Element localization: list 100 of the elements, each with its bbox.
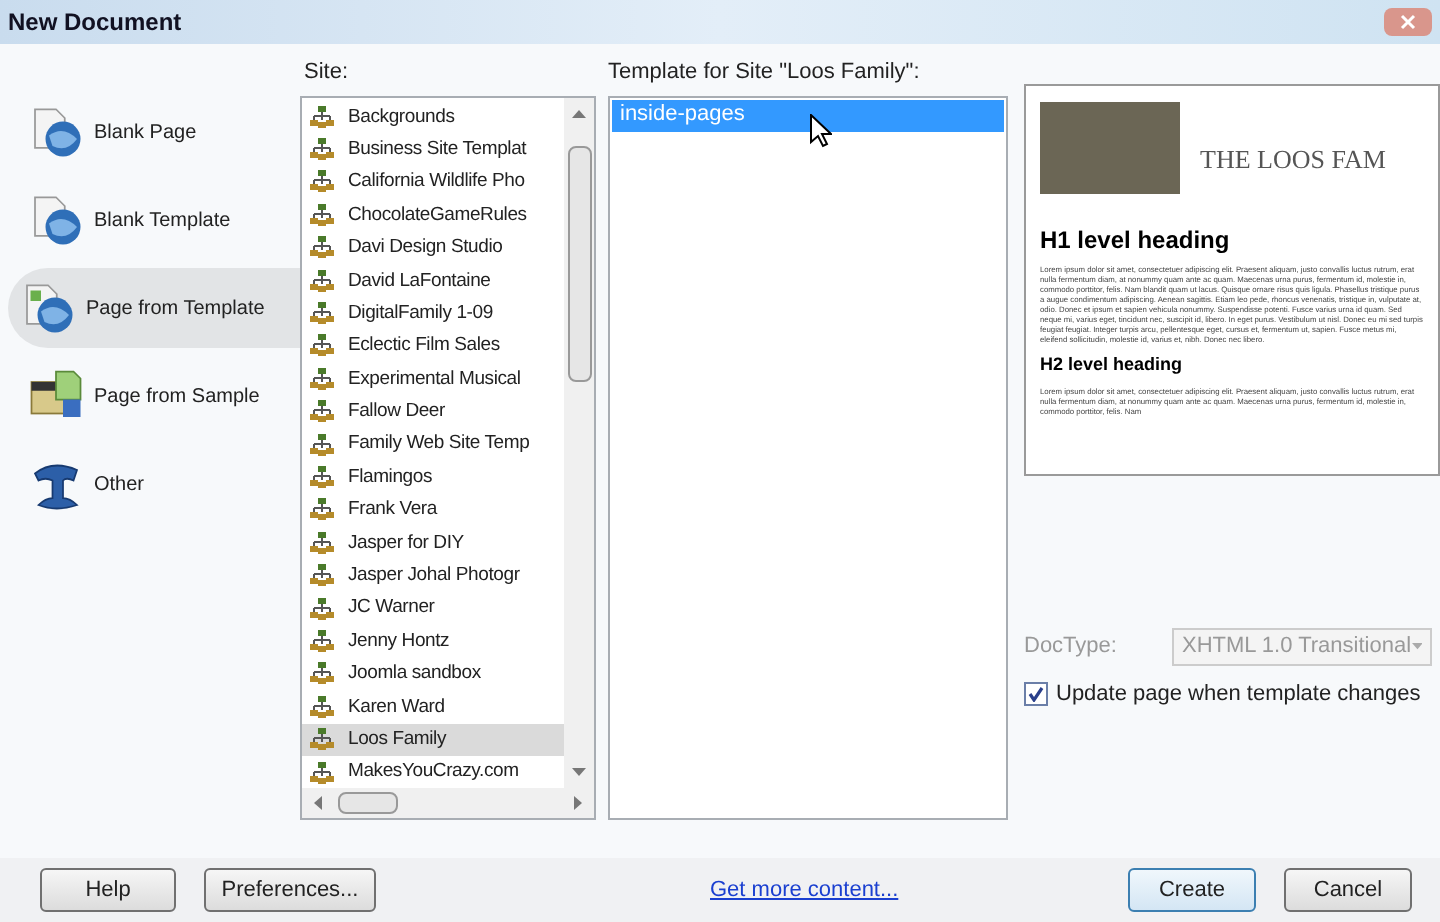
- site-name: Family Web Site Temp: [348, 430, 530, 459]
- site-item[interactable]: Experimental Musical: [302, 363, 564, 397]
- cancel-button[interactable]: Cancel: [1284, 868, 1412, 912]
- site-icon: [310, 662, 334, 687]
- site-name: JC Warner: [348, 594, 435, 623]
- heading: H1 level heading: [1040, 224, 1232, 258]
- site-icon: [310, 236, 334, 261]
- site-item[interactable]: ChocolateGameRules: [302, 199, 564, 233]
- check-icon: [1028, 685, 1044, 702]
- site-label: Site:: [302, 58, 351, 88]
- heading: H2 level heading: [1040, 352, 1185, 378]
- template-label: Template for Site "Loos Family":: [608, 58, 922, 88]
- category-item[interactable]: Page from Template: [8, 268, 300, 348]
- document-icon: [28, 104, 84, 160]
- site-icon: [310, 433, 334, 458]
- site-icon: [310, 105, 334, 130]
- site-item[interactable]: Jenny Hontz: [302, 625, 564, 659]
- create-button[interactable]: Create: [1128, 868, 1256, 912]
- site-icon: [310, 170, 334, 195]
- site-item[interactable]: Flamingos: [302, 461, 564, 495]
- site-name: Karen Ward: [348, 693, 445, 722]
- scroll-left-icon: [314, 795, 322, 809]
- site-item[interactable]: Backgrounds: [302, 101, 564, 134]
- scroll-up-icon: [572, 109, 586, 117]
- site-name: MakesYouCrazy.com: [348, 758, 519, 787]
- get-more-content-link[interactable]: Get more content...: [710, 873, 899, 907]
- help-button[interactable]: Help: [40, 868, 176, 912]
- site-name: Loos Family: [348, 725, 447, 754]
- site-icon: [310, 269, 334, 294]
- site-name: Business Site Templat: [348, 135, 527, 164]
- site-icon: [310, 302, 334, 327]
- site-item[interactable]: Fallow Deer: [302, 396, 564, 429]
- site-icon: [310, 367, 334, 392]
- site-name: David LaFontaine: [348, 267, 491, 296]
- site-name: Jenny Hontz: [348, 627, 450, 656]
- checkbox-label: Update page when template changes: [1056, 679, 1421, 709]
- site-icon: [310, 761, 334, 785]
- category-item[interactable]: Page from Sample: [0, 356, 300, 436]
- site-name: Fallow Deer: [348, 398, 445, 427]
- scrollbar-thumb[interactable]: [338, 791, 398, 813]
- window-title: New Document: [8, 6, 182, 40]
- doctype-label: DocType:: [1024, 631, 1119, 662]
- site-name: DigitalFamily 1-09: [348, 299, 493, 328]
- site-item[interactable]: Jasper Johal Photogr: [302, 559, 564, 593]
- scroll-down-icon: [572, 767, 586, 775]
- site-name: Jasper Johal Photogr: [348, 562, 520, 591]
- document-icon: [20, 280, 76, 336]
- site-item[interactable]: Loos Family: [302, 723, 564, 757]
- mouse-cursor-icon: [810, 113, 832, 147]
- site-name: ChocolateGameRules: [348, 201, 527, 230]
- category-label: Other: [94, 471, 145, 499]
- site-item[interactable]: JC Warner: [302, 592, 564, 626]
- site-name: Eclectic Film Sales: [348, 332, 500, 361]
- category-label: Blank Template: [94, 207, 231, 235]
- site-name: Experimental Musical: [348, 365, 521, 394]
- scrollbar-thumb[interactable]: [567, 145, 591, 381]
- site-item[interactable]: Jasper for DIY: [302, 527, 564, 560]
- category-label: Page from Template: [86, 295, 265, 323]
- preferences-button[interactable]: Preferences...: [204, 868, 376, 912]
- site-item[interactable]: Business Site Templat: [302, 133, 564, 167]
- category-item[interactable]: Other: [0, 444, 300, 524]
- site-icon: [310, 531, 334, 556]
- site-item[interactable]: Joomla sandbox: [302, 658, 564, 692]
- close-button[interactable]: [1384, 8, 1432, 36]
- category-label: Page from Sample: [94, 383, 260, 411]
- site-name: Davi Design Studio: [348, 234, 503, 263]
- site-icon: [310, 597, 334, 622]
- site-item[interactable]: California Wildlife Pho: [302, 166, 564, 200]
- close-icon: [1400, 14, 1416, 30]
- site-icon: [310, 498, 334, 523]
- category-item[interactable]: Blank Template: [0, 180, 300, 260]
- site-icon: [310, 629, 334, 654]
- site-name: Joomla sandbox: [348, 660, 481, 689]
- site-icon: [310, 728, 334, 753]
- site-item[interactable]: David LaFontaine: [302, 264, 564, 298]
- site-icon: [310, 203, 334, 228]
- scroll-right-icon: [574, 795, 582, 809]
- checkbox[interactable]: [1024, 681, 1048, 706]
- site-item[interactable]: Davi Design Studio: [302, 232, 564, 265]
- site-icon: [310, 695, 334, 720]
- category-item[interactable]: Blank Page: [0, 92, 300, 172]
- site-name: California Wildlife Pho: [348, 168, 525, 197]
- site-item[interactable]: Eclectic Film Sales: [302, 330, 564, 364]
- site-item[interactable]: Family Web Site Temp: [302, 428, 564, 462]
- photo-placeholder: [1040, 102, 1180, 194]
- site-item[interactable]: Frank Vera: [302, 494, 564, 528]
- site-icon: [310, 465, 334, 490]
- horizontal-scrollbar[interactable]: [302, 787, 594, 817]
- site-icon: [310, 400, 334, 425]
- site-item[interactable]: MakesYouCrazy.com: [302, 756, 564, 787]
- site-icon: [310, 564, 334, 589]
- vertical-scrollbar[interactable]: [564, 97, 594, 787]
- site-icon: [310, 138, 334, 163]
- site-item[interactable]: Karen Ward: [302, 691, 564, 724]
- site-item[interactable]: DigitalFamily 1-09: [302, 297, 564, 331]
- site-name: Backgrounds: [348, 103, 455, 132]
- document-icon: [28, 192, 84, 248]
- site-name: Frank Vera: [348, 496, 437, 525]
- dropdown-caret-icon: [1411, 642, 1422, 650]
- site-name: Flamingos: [348, 463, 433, 492]
